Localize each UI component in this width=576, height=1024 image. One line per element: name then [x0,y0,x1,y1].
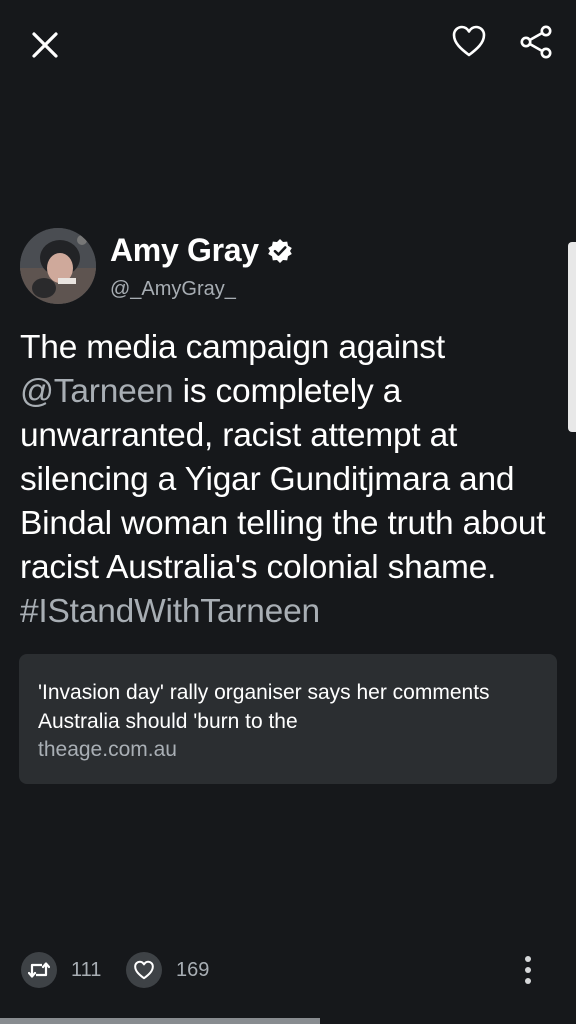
like-button[interactable]: 169 [126,952,209,988]
tweet-actions: 111 169 [0,950,576,990]
close-button[interactable] [26,26,64,64]
user-handle[interactable]: @_AmyGray_ [110,278,236,301]
mention-link[interactable]: @Tarneen [20,373,174,410]
tweet-header: Amy Gray @_AmyGray_ [20,228,540,308]
heart-outline-icon [452,25,486,57]
verified-badge-icon [267,238,293,264]
avatar-image [20,228,96,304]
top-bar [0,0,576,90]
card-title: 'Invasion day' rally organiser says her … [38,681,490,733]
progress-bar [0,1018,320,1024]
link-preview-card[interactable]: 'Invasion day' rally organiser says her … [19,654,557,784]
name-row: Amy Gray [110,232,293,269]
close-icon [32,32,58,58]
share-icon [520,25,552,59]
like-count: 169 [176,958,210,981]
heart-icon [126,952,162,988]
hashtag-link[interactable]: #IStandWithTarneen [20,593,320,630]
tweet-text-segment: The media campaign against [20,329,445,366]
retweet-count: 111 [71,958,102,981]
tweet-text: The media campaign against @Tarneen is c… [20,326,560,634]
more-options-button[interactable] [516,950,540,990]
card-domain: theage.com.au [38,738,177,761]
like-top-button[interactable] [448,20,490,62]
scrollbar-thumb[interactable] [568,242,576,432]
retweet-icon [21,952,57,988]
avatar[interactable] [20,228,96,304]
more-vertical-icon [525,956,531,984]
share-button[interactable] [514,20,558,64]
retweet-button[interactable]: 111 [21,952,101,988]
display-name[interactable]: Amy Gray [110,232,259,269]
